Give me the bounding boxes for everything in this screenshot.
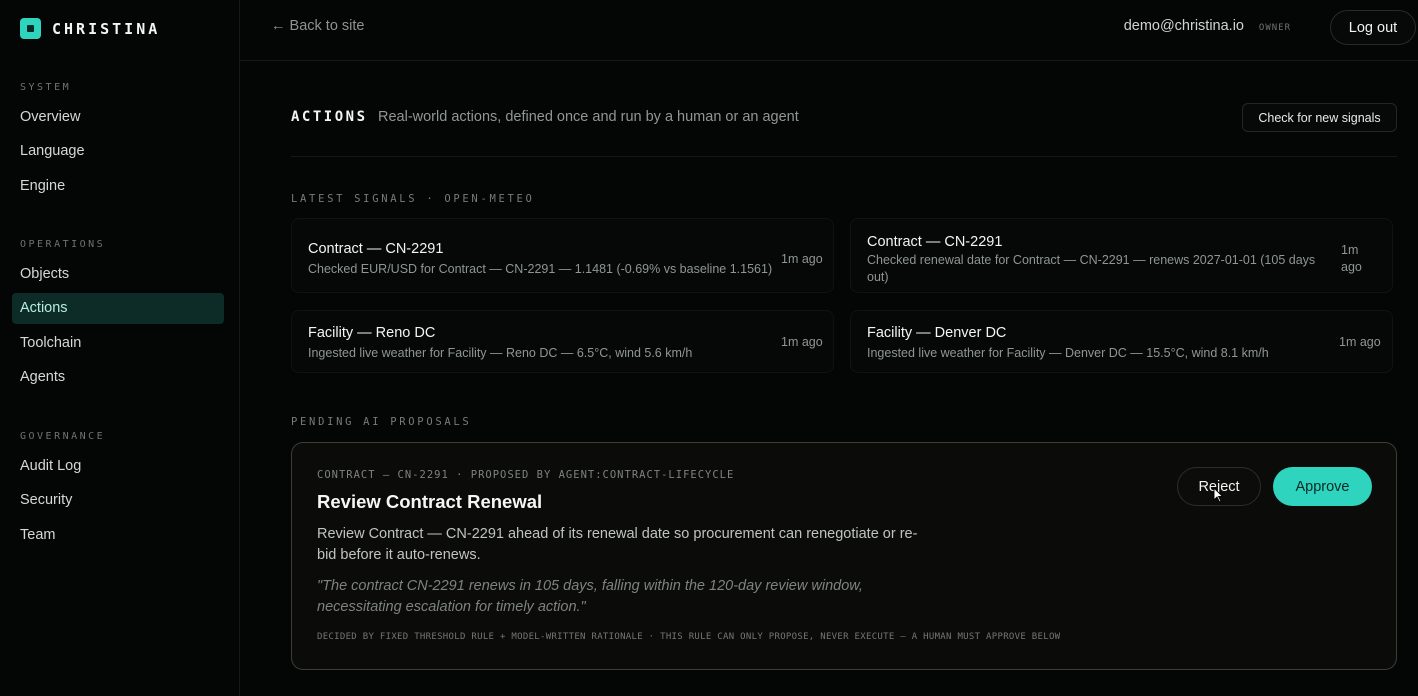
sidebar-item-team[interactable]: Team — [12, 520, 224, 551]
nav-section-governance: GOVERNANCE Audit Log Security Team — [12, 427, 224, 551]
signal-title: Facility — Denver DC — [867, 325, 1007, 341]
signal-card: Facility — Reno DC Ingested live weather… — [291, 310, 834, 373]
app-root: CHRISTINA SYSTEM Overview Language Engin… — [0, 0, 1418, 696]
check-signals-button[interactable]: Check for new signals — [1242, 103, 1397, 132]
nav-section-system: SYSTEM Overview Language Engine — [12, 78, 224, 202]
top-bar: ← Back to site demo@christina.io OWNER L… — [240, 0, 1418, 61]
signals-heading: LATEST SIGNALS · OPEN-METEO — [291, 193, 535, 205]
brand[interactable]: CHRISTINA — [20, 18, 160, 39]
sidebar-item-objects[interactable]: Objects — [12, 259, 224, 290]
sidebar-item-toolchain[interactable]: Toolchain — [12, 328, 224, 359]
sidebar-item-overview[interactable]: Overview — [12, 102, 224, 133]
signal-card: Contract — CN-2291 Checked EUR/USD for C… — [291, 218, 834, 293]
brand-name: CHRISTINA — [52, 19, 161, 38]
nav-heading: OPERATIONS — [20, 239, 106, 250]
sidebar-item-language[interactable]: Language — [12, 136, 224, 167]
proposal-meta: CONTRACT — CN-2291 · PROPOSED BY AGENT:C… — [317, 469, 735, 481]
sidebar: CHRISTINA SYSTEM Overview Language Engin… — [0, 0, 240, 696]
nav-section-operations: OPERATIONS Objects Actions Toolchain Age… — [12, 235, 224, 393]
proposal-footer: DECIDED BY FIXED THRESHOLD RULE + MODEL-… — [317, 632, 1061, 642]
nav-heading: GOVERNANCE — [20, 431, 106, 442]
sidebar-item-engine[interactable]: Engine — [12, 171, 224, 202]
signal-card: Facility — Denver DC Ingested live weath… — [850, 310, 1393, 373]
proposal-title: Review Contract Renewal — [317, 491, 543, 512]
sidebar-item-actions[interactable]: Actions — [12, 293, 224, 324]
sidebar-item-agents[interactable]: Agents — [12, 362, 224, 393]
proposal-rationale: "The contract CN-2291 renews in 105 days… — [317, 578, 863, 615]
proposal-card: CONTRACT — CN-2291 · PROPOSED BY AGENT:C… — [291, 442, 1397, 670]
proposals-heading: PENDING AI PROPOSALS — [291, 416, 472, 428]
proposal-body: Review Contract — CN-2291 ahead of its r… — [317, 526, 918, 563]
signal-description: Ingested live weather for Facility — Ren… — [308, 346, 693, 360]
signal-title: Facility — Reno DC — [308, 325, 436, 341]
user-role-badge: OWNER — [1258, 23, 1291, 33]
signal-time: 1m ago — [1341, 243, 1362, 274]
signal-description: Checked renewal date for Contract — CN-2… — [867, 253, 1316, 284]
mouse-cursor-icon — [1213, 487, 1223, 503]
approve-button[interactable]: Approve — [1273, 467, 1372, 506]
signal-description: Checked EUR/USD for Contract — CN-2291 —… — [308, 262, 773, 276]
signal-time: 1m ago — [1339, 335, 1381, 349]
sidebar-item-audit-log[interactable]: Audit Log — [12, 451, 224, 482]
logo-square-icon — [20, 18, 41, 39]
signal-time: 1m ago — [781, 335, 823, 349]
user-email: demo@christina.io — [1123, 18, 1244, 34]
signal-description: Ingested live weather for Facility — Den… — [867, 346, 1269, 360]
signal-title: Contract — CN-2291 — [867, 234, 1003, 250]
signal-card: Contract — CN-2291 Checked renewal date … — [850, 218, 1393, 293]
page-header: ACTIONS Real-world actions, defined once… — [291, 101, 1397, 157]
page-title: ACTIONS — [291, 109, 368, 125]
logout-button[interactable]: Log out — [1330, 10, 1416, 45]
nav-heading: SYSTEM — [20, 82, 72, 93]
back-to-site-link[interactable]: ← Back to site — [271, 18, 364, 34]
signal-time: 1m ago — [781, 252, 823, 266]
page-subtitle: Real-world actions, defined once and run… — [378, 109, 799, 125]
signal-title: Contract — CN-2291 — [308, 241, 444, 257]
sidebar-item-security[interactable]: Security — [12, 485, 224, 516]
